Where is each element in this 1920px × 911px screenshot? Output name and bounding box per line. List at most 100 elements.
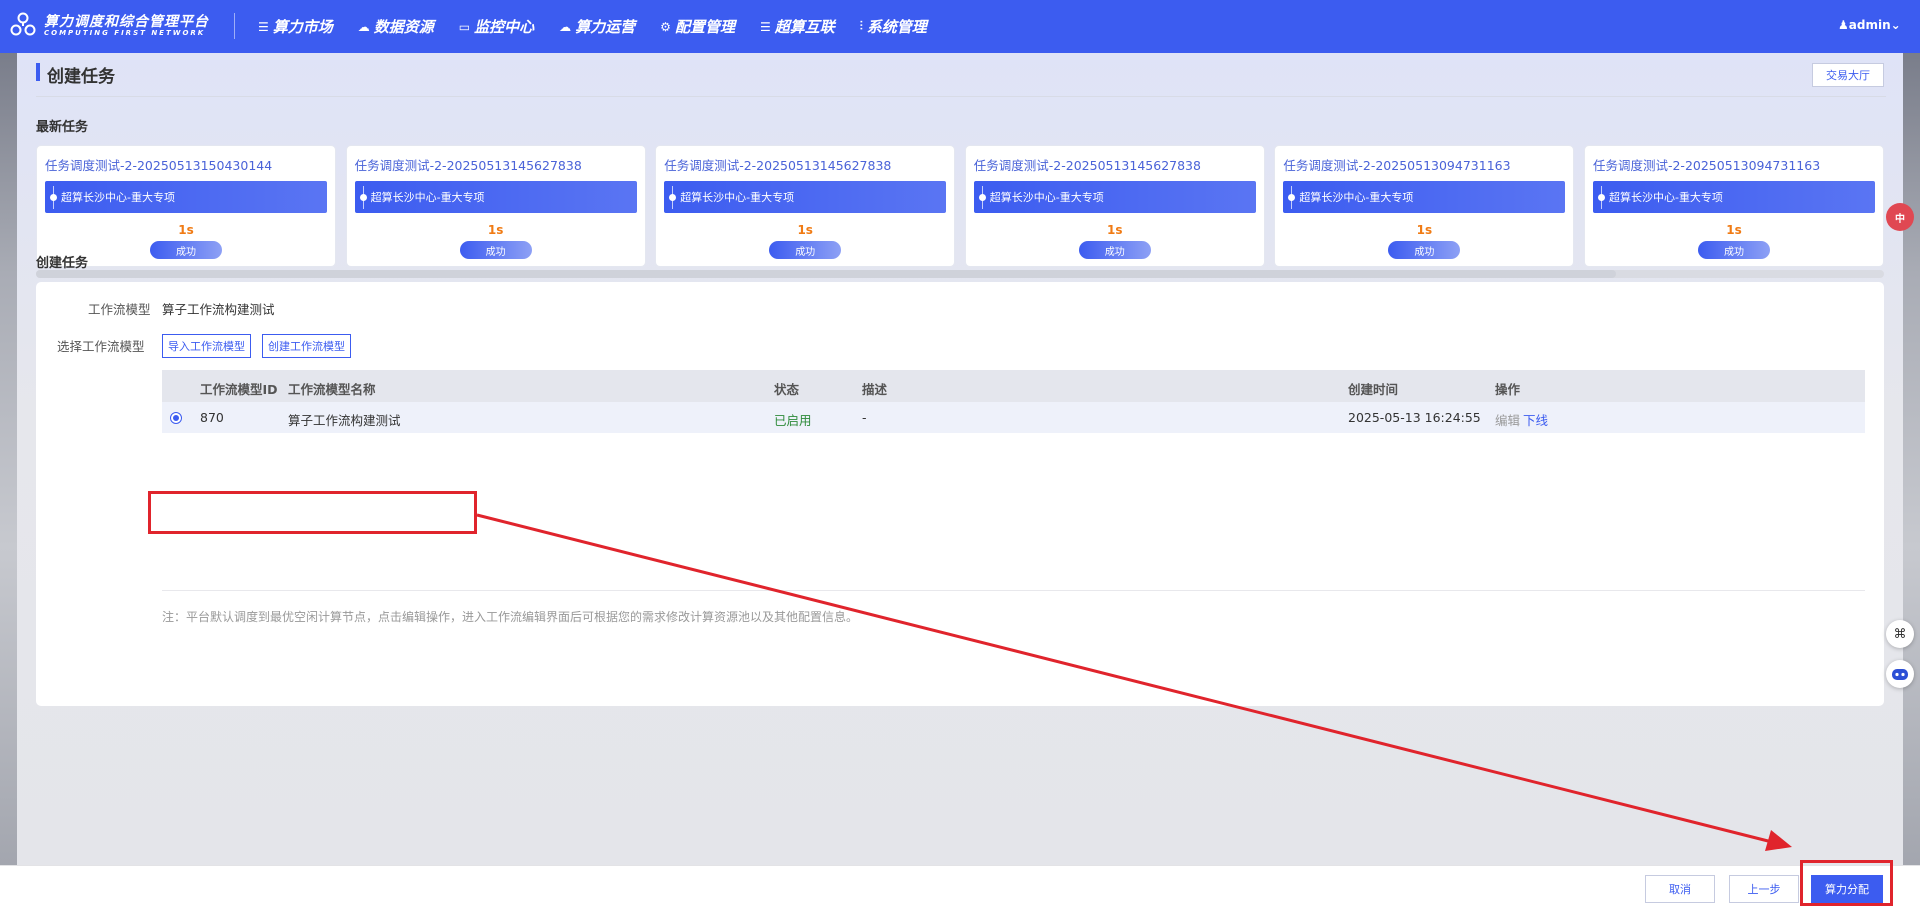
- list-icon: ☰: [258, 19, 269, 34]
- chevron-down-icon: ⌄: [1890, 18, 1901, 32]
- task-route-bar: 超算长沙中心-重大专项: [1283, 181, 1566, 213]
- row-select-radio[interactable]: [170, 412, 182, 424]
- task-card-title: 任务调度测试-2-20250513145627838: [664, 158, 892, 173]
- task-route-bar: 超算长沙中心-重大专项: [664, 181, 947, 213]
- status-badge: 成功: [1388, 241, 1461, 259]
- node-dot-icon: [1597, 185, 1605, 209]
- brand-subtitle: COMPUTING FIRST NETWORK: [44, 29, 206, 37]
- nav-item-supercomputing[interactable]: ☰ 超算互联: [760, 16, 835, 37]
- task-duration: 1s: [1107, 223, 1123, 237]
- nav-item-compute-ops[interactable]: ☁ 算力运营: [559, 16, 635, 37]
- task-card[interactable]: 任务调度测试-2-20250513094731163 超算长沙中心-重大专项 1…: [1583, 145, 1884, 267]
- nav-item-label: 监控中心: [474, 18, 535, 36]
- language-switch-button[interactable]: 中: [1886, 203, 1914, 231]
- gear-icon: ⚙: [660, 19, 671, 34]
- cell-created: 2025-05-13 16:24:55: [1348, 410, 1481, 425]
- task-route: 超算长沙中心-重大专项: [61, 191, 175, 204]
- task-card[interactable]: 任务调度测试-2-20250513145627838 超算长沙中心-重大专项 1…: [964, 145, 1265, 267]
- task-route-bar: 超算长沙中心-重大专项: [973, 181, 1256, 213]
- select-workflow-label: 选择工作流模型: [57, 339, 145, 354]
- create-task-section-title: 创建任务: [36, 256, 89, 271]
- logo-icon: [10, 12, 36, 36]
- annotation-highlight-button: [1800, 860, 1893, 906]
- task-duration: 1s: [1416, 223, 1433, 237]
- task-card-title: 任务调度测试-2-20250513094731163: [1283, 158, 1511, 173]
- task-duration: 1s: [797, 223, 813, 237]
- cloud-ops-icon: ☁: [559, 19, 572, 34]
- cell-desc: -: [862, 410, 867, 425]
- user-icon: ♟: [1838, 18, 1849, 32]
- cell-status: 已启用: [774, 413, 812, 428]
- top-nav: 算力调度和综合管理平台 COMPUTING FIRST NETWORK ☰ 算力市…: [0, 0, 1920, 53]
- task-route-bar: 超算长沙中心-重大专项: [45, 181, 327, 213]
- task-card[interactable]: 任务调度测试-2-20250513094731163 超算长沙中心-重大专项 1…: [1274, 145, 1575, 267]
- task-card-title: 任务调度测试-2-20250513145627838: [973, 158, 1201, 173]
- col-created: 创建时间: [1348, 382, 1399, 397]
- nav-item-data-resources[interactable]: ☁ 数据资源: [358, 16, 434, 37]
- list-icon: ☰: [759, 19, 771, 34]
- cell-id: 870: [200, 410, 224, 425]
- monitor-icon: ▭: [458, 19, 471, 34]
- table-row[interactable]: 870 算子工作流构建测试 已启用 - 2025-05-13 16:24:55 …: [162, 402, 1865, 433]
- task-card-title: 任务调度测试-2-20250513145627838: [354, 158, 582, 173]
- nav-item-monitor-center[interactable]: ▭ 监控中心: [459, 16, 534, 37]
- workflow-label: 工作流模型: [88, 302, 151, 317]
- username: admin: [1848, 18, 1891, 32]
- col-desc: 描述: [862, 382, 888, 397]
- import-workflow-button[interactable]: 导入工作流模型: [162, 334, 251, 358]
- page-title: 创建任务: [47, 67, 115, 87]
- robot-assistant-icon[interactable]: [1886, 660, 1914, 688]
- task-route: 超算长沙中心-重大专项: [680, 191, 795, 204]
- nav-item-label: 系统管理: [866, 18, 927, 36]
- platform-note: 注：平台默认调度到最优空闲计算节点，点击编辑操作，进入工作流编辑界面后可根据您的…: [162, 610, 859, 624]
- cancel-button[interactable]: 取消: [1645, 875, 1715, 903]
- workflow-table: 工作流模型ID 工作流模型名称 状态 描述 创建时间 操作 870 算子工作流构…: [162, 370, 1865, 433]
- scrollbar-thumb[interactable]: [36, 270, 1616, 278]
- task-card[interactable]: 任务调度测试-2-20250513145627838 超算长沙中心-重大专项 1…: [655, 145, 956, 267]
- nav-item-label: 数据资源: [373, 18, 434, 36]
- apps-icon[interactable]: ⌘: [1886, 620, 1914, 648]
- cards-scrollbar[interactable]: [36, 270, 1884, 278]
- trading-hall-button[interactable]: 交易大厅: [1812, 63, 1884, 87]
- task-card-title: 任务调度测试-2-20250513094731163: [1592, 158, 1821, 173]
- task-route: 超算长沙中心-重大专项: [370, 191, 485, 204]
- task-route: 超算长沙中心-重大专项: [1299, 191, 1414, 204]
- offline-link[interactable]: 下线: [1523, 410, 1548, 429]
- task-route-bar: 超算长沙中心-重大专项: [354, 181, 637, 213]
- nav-item-system[interactable]: ⫶ 系统管理: [860, 16, 927, 37]
- previous-step-button[interactable]: 上一步: [1729, 875, 1799, 903]
- status-badge: 成功: [1697, 241, 1770, 259]
- node-dot-icon: [978, 185, 986, 209]
- nav-item-label: 算力运营: [575, 18, 636, 36]
- task-card[interactable]: 任务调度测试-2-20250513145627838 超算长沙中心-重大专项 1…: [345, 145, 646, 267]
- nav-item-config[interactable]: ⚙ 配置管理: [660, 16, 735, 37]
- edit-link[interactable]: 编辑: [1495, 410, 1520, 429]
- node-dot-icon: [359, 185, 367, 209]
- nav-item-label: 配置管理: [674, 18, 735, 36]
- annotation-highlight-row: [148, 491, 477, 534]
- node-dot-icon: [1288, 185, 1296, 209]
- task-card[interactable]: 任务调度测试-2-20250513150430144 超算长沙中心-重大专项 1…: [36, 145, 336, 267]
- create-workflow-button[interactable]: 创建工作流模型: [262, 334, 351, 358]
- status-badge: 成功: [1078, 241, 1151, 259]
- col-ops: 操作: [1495, 382, 1521, 397]
- col-status: 状态: [774, 382, 800, 397]
- note-divider: [162, 590, 1865, 591]
- table-header: 工作流模型ID 工作流模型名称 状态 描述 创建时间 操作: [162, 370, 1865, 402]
- recent-task-cards: 任务调度测试-2-20250513150430144 超算长沙中心-重大专项 1…: [36, 145, 1884, 269]
- nav-menu: ☰ 算力市场 ☁ 数据资源 ▭ 监控中心 ☁ 算力运营 ⚙ 配置管理 ☰ 超算互联 ⫶ 系统管…: [258, 0, 952, 53]
- col-name: 工作流模型名称: [288, 382, 376, 397]
- title-accent: [36, 63, 40, 81]
- brand-title: 算力调度和综合管理平台: [44, 14, 209, 30]
- workflow-value: 算子工作流构建测试: [162, 302, 275, 317]
- footer-bar: 取消 上一步 算力分配: [0, 865, 1920, 911]
- sliders-icon: ⫶: [859, 19, 863, 33]
- task-duration: 1s: [487, 223, 504, 237]
- task-duration: 1s: [178, 223, 194, 237]
- task-route: 超算长沙中心-重大专项: [1608, 191, 1723, 204]
- user-menu[interactable]: ♟admin⌄: [1838, 18, 1901, 32]
- divider: [36, 96, 1886, 97]
- nav-item-compute-market[interactable]: ☰ 算力市场: [258, 16, 333, 37]
- node-dot-icon: [669, 185, 677, 209]
- task-route-bar: 超算长沙中心-重大专项: [1592, 181, 1875, 213]
